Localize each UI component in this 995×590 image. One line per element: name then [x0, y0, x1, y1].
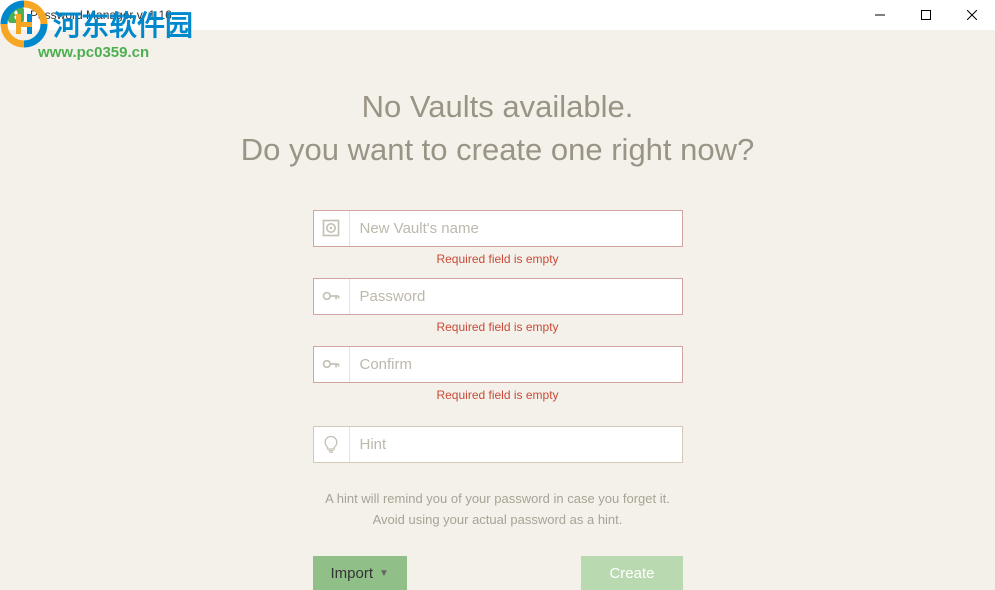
- page-heading: No Vaults available. Do you want to crea…: [241, 85, 755, 172]
- confirm-input[interactable]: [350, 347, 682, 382]
- app-icon: [8, 7, 24, 23]
- create-label: Create: [609, 565, 654, 582]
- window-title: Password Manager v. 1.16: [30, 8, 172, 22]
- vault-name-wrapper: [313, 210, 683, 247]
- hint-desc-line1: A hint will remind you of your password …: [325, 489, 670, 510]
- button-row: Import ▼ Create: [313, 556, 683, 590]
- vault-name-input[interactable]: [350, 211, 682, 246]
- hint-input[interactable]: [350, 427, 682, 462]
- confirm-wrapper: [313, 346, 683, 383]
- heading-line1: No Vaults available.: [241, 85, 755, 128]
- password-input[interactable]: [350, 279, 682, 314]
- create-button[interactable]: Create: [581, 556, 682, 590]
- vault-name-group: Required field is empty: [313, 210, 683, 274]
- confirm-error: Required field is empty: [313, 383, 683, 410]
- heading-line2: Do you want to create one right now?: [241, 128, 755, 171]
- import-button[interactable]: Import ▼: [313, 556, 407, 590]
- import-label: Import: [331, 565, 374, 582]
- hint-group: [313, 426, 683, 463]
- vault-icon: [314, 211, 350, 246]
- titlebar: Password Manager v. 1.16: [0, 0, 995, 30]
- vault-name-error: Required field is empty: [313, 247, 683, 274]
- key-icon: [314, 279, 350, 314]
- hint-description: A hint will remind you of your password …: [325, 489, 670, 531]
- hint-wrapper: [313, 426, 683, 463]
- chevron-down-icon: ▼: [379, 568, 389, 579]
- minimize-button[interactable]: [857, 0, 903, 30]
- bulb-icon: [314, 427, 350, 462]
- password-wrapper: [313, 278, 683, 315]
- password-group: Required field is empty: [313, 278, 683, 342]
- password-error: Required field is empty: [313, 315, 683, 342]
- main-content: No Vaults available. Do you want to crea…: [0, 30, 995, 590]
- key-icon: [314, 347, 350, 382]
- hint-desc-line2: Avoid using your actual password as a hi…: [325, 510, 670, 531]
- window-controls: [857, 0, 995, 30]
- confirm-group: Required field is empty: [313, 346, 683, 410]
- maximize-button[interactable]: [903, 0, 949, 30]
- close-button[interactable]: [949, 0, 995, 30]
